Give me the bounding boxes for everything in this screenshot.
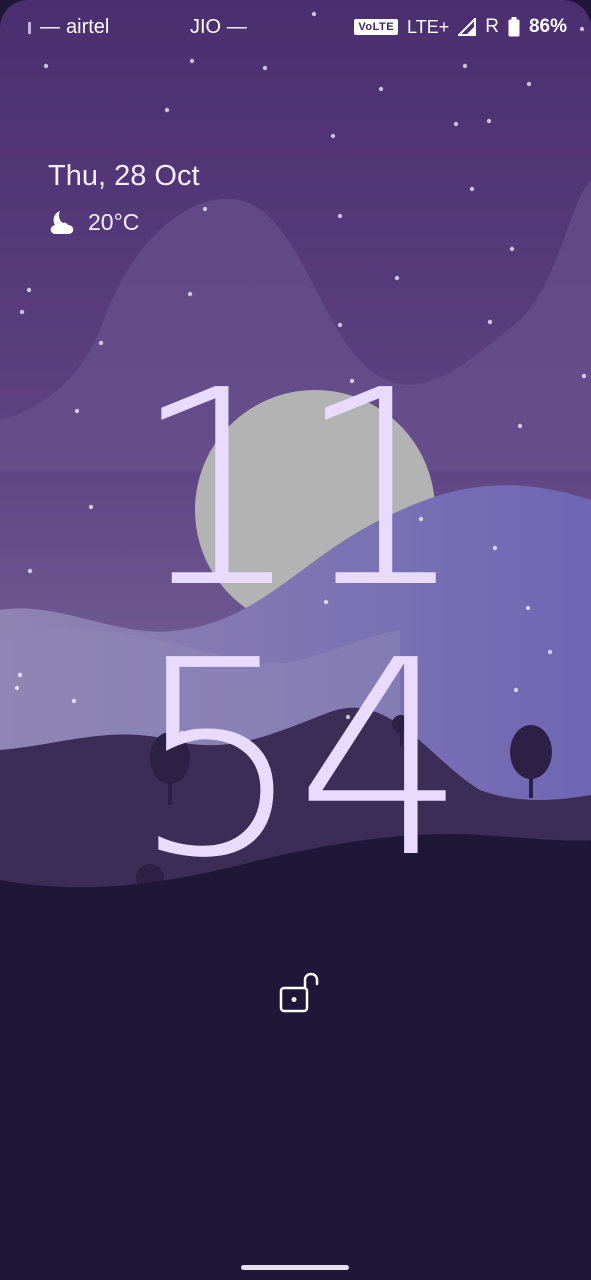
carrier-2-group: JIO —	[190, 16, 247, 39]
roaming-indicator: R	[485, 16, 499, 37]
status-bar: — airtel JIO — VoLTE LTE+ R 86%	[0, 0, 591, 60]
unlocked-padlock-icon[interactable]	[279, 972, 321, 1014]
carrier-1-group: — airtel	[26, 16, 109, 39]
status-icons: VoLTE LTE+ R 86%	[354, 16, 567, 38]
signal-icon	[28, 21, 31, 34]
network-type-label: LTE+	[407, 16, 450, 37]
battery-icon	[508, 17, 520, 37]
battery-percent: 86%	[528, 16, 567, 37]
clock-minutes: 54	[131, 602, 468, 917]
clock-hours: 11	[131, 332, 468, 647]
date-label[interactable]: Thu, 28 Oct	[48, 160, 200, 193]
temperature-label: 20°C	[88, 208, 140, 235]
carrier-2-label: JIO	[190, 16, 222, 38]
volte-icon: VoLTE	[354, 19, 399, 35]
dash-separator: —	[226, 16, 247, 38]
carrier-1-label: airtel	[66, 16, 110, 38]
cell-signal-icon	[458, 18, 477, 36]
dash-separator: —	[40, 16, 60, 38]
weather-summary[interactable]: 20°C	[48, 208, 139, 236]
moon-cloud-icon	[50, 211, 74, 234]
lock-screen: — airtel JIO — VoLTE LTE+ R 86% Thu, 28 …	[0, 0, 591, 1280]
gesture-nav-handle[interactable]	[241, 1265, 349, 1270]
